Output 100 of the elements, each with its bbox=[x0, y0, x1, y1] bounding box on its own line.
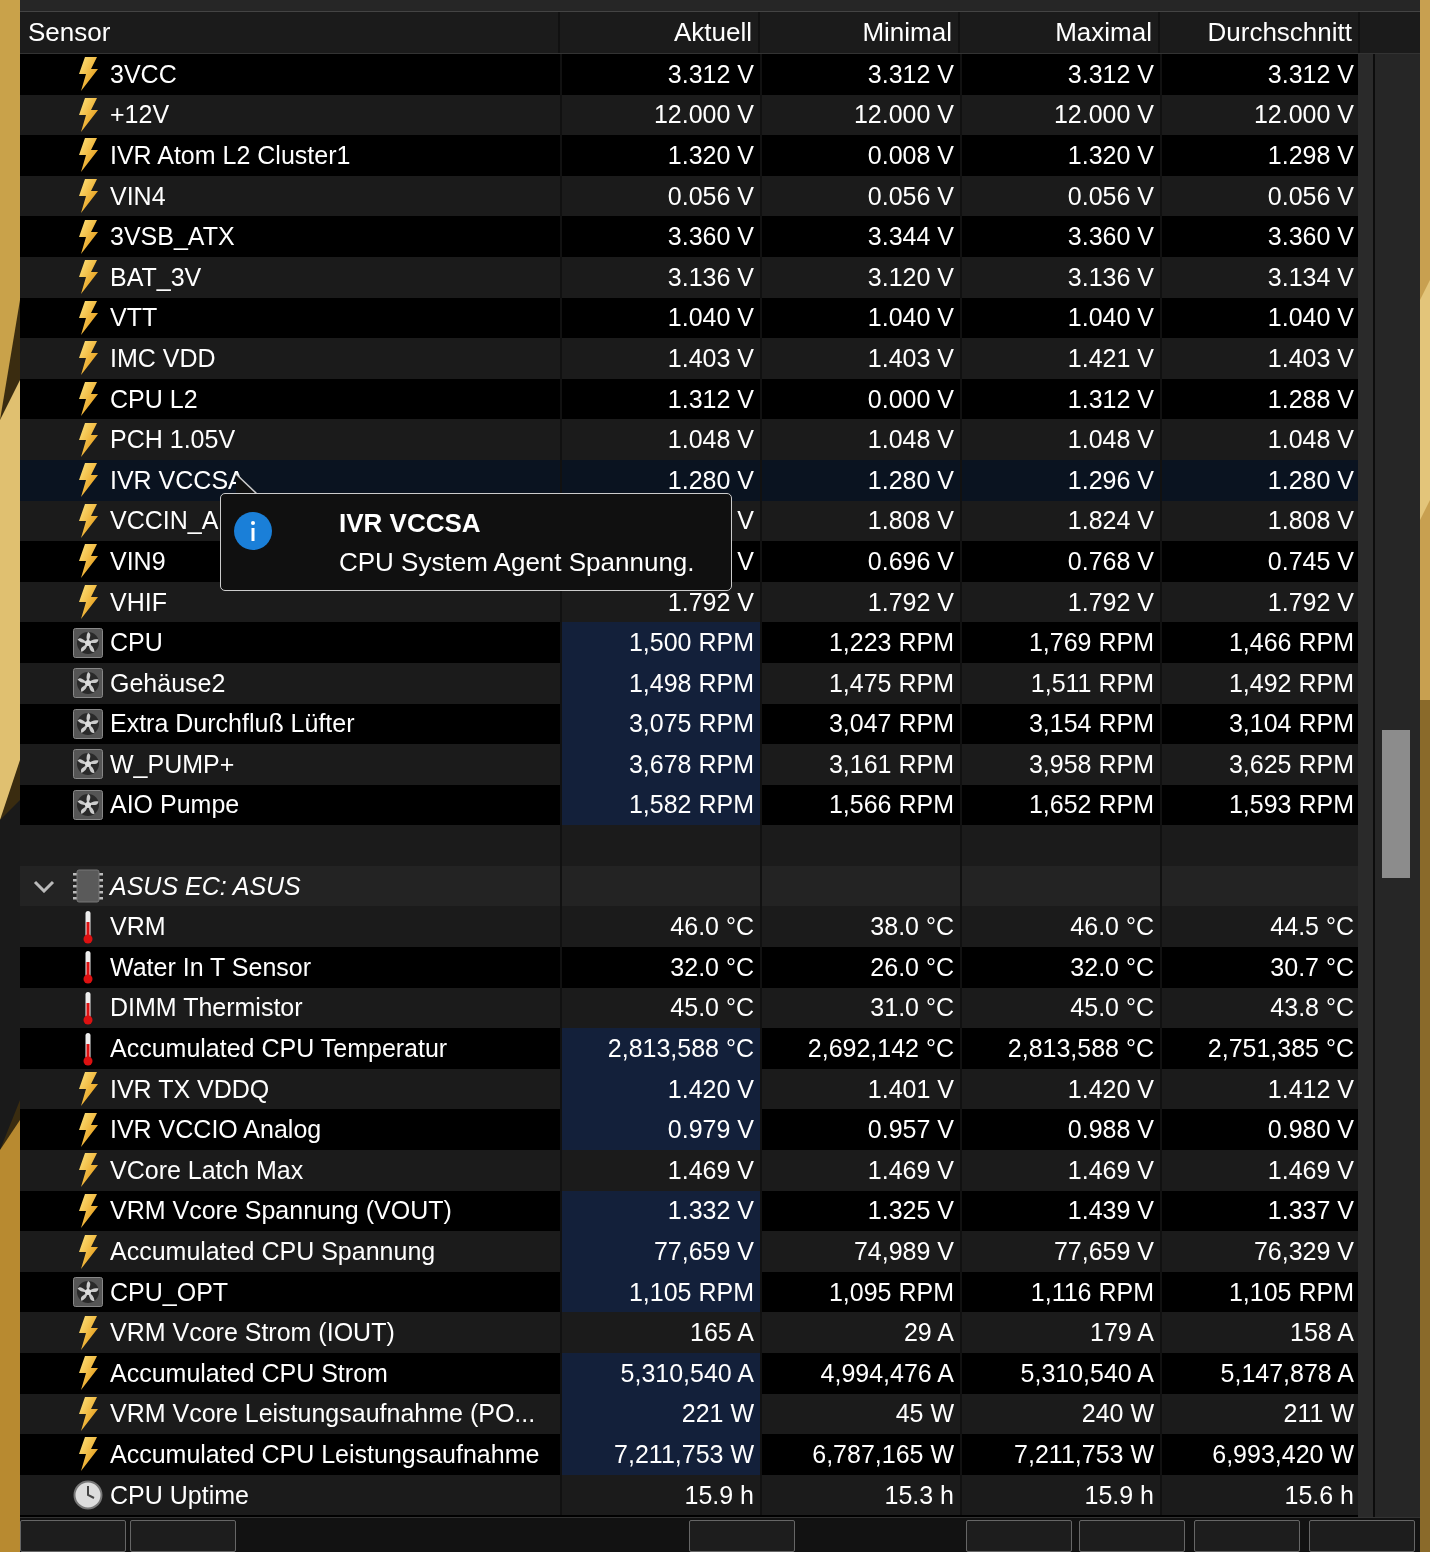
value-cell: 0.056 V bbox=[867, 181, 954, 211]
value-cell: 1.469 V bbox=[667, 1155, 754, 1185]
sensor-name: DIMM Thermistor bbox=[109, 993, 303, 1023]
value-cell: 1.808 V bbox=[867, 506, 954, 536]
value-cell: 1.040 V bbox=[867, 303, 954, 333]
value-cell: 3.360 V bbox=[1267, 222, 1354, 252]
value-cell: 32.0 °C bbox=[670, 952, 754, 982]
sensor-name: Water In T Sensor bbox=[109, 952, 311, 982]
value-cell: 6,787,165 W bbox=[812, 1440, 954, 1469]
value-cell: 45.0 °C bbox=[670, 993, 754, 1023]
value-cell: 1.439 V bbox=[1067, 1196, 1154, 1226]
value-cell: 32.0 °C bbox=[1070, 952, 1154, 982]
value-cell: 1,492 RPM bbox=[1228, 668, 1354, 698]
value-cell: 12.000 V bbox=[1253, 100, 1354, 130]
value-cell: 1.325 V bbox=[867, 1196, 954, 1226]
value-cell: 1.280 V bbox=[867, 465, 954, 495]
value-cell: 38.0 °C bbox=[870, 912, 954, 942]
value-cell: 0.745 V bbox=[1267, 546, 1354, 576]
value-cell: 179 A bbox=[1090, 1318, 1154, 1348]
sensor-name: AIO Pumpe bbox=[109, 790, 240, 820]
value-cell: 1.403 V bbox=[867, 343, 954, 373]
sensor-name: IVR Atom L2 Cluster1 bbox=[109, 141, 351, 170]
value-cell: 2,692,142 °C bbox=[807, 1034, 954, 1064]
value-cell: 1.792 V bbox=[867, 587, 954, 617]
value-cell: 45 W bbox=[895, 1399, 954, 1429]
value-cell: 1.280 V bbox=[1267, 465, 1354, 495]
value-cell: 1,105 RPM bbox=[1228, 1277, 1354, 1307]
value-cell: 26.0 °C bbox=[870, 952, 954, 982]
sensor-name: W_PUMP+ bbox=[109, 749, 235, 779]
sensor-name: PCH 1.05V bbox=[109, 425, 236, 455]
sensor-name: VRM bbox=[109, 912, 166, 942]
value-cell: 2,813,588 °C bbox=[1007, 1034, 1154, 1064]
sensor-name: CPU L2 bbox=[109, 384, 198, 414]
value-cell: 0.696 V bbox=[867, 546, 954, 576]
value-cell: 1.040 V bbox=[1067, 303, 1154, 333]
value-cell: 76,329 V bbox=[1253, 1237, 1354, 1266]
sensor-name: VCCIN_A bbox=[109, 506, 219, 536]
value-cell: 3.312 V bbox=[1067, 59, 1154, 89]
value-cell: 12.000 V bbox=[853, 100, 954, 130]
value-cell: 45.0 °C bbox=[1070, 993, 1154, 1023]
value-cell: 15.9 h bbox=[684, 1480, 754, 1510]
value-cell: 3,104 RPM bbox=[1228, 709, 1354, 739]
value-cell: 1.469 V bbox=[867, 1155, 954, 1185]
sensor-name: VRM Vcore Strom (IOUT) bbox=[109, 1318, 395, 1348]
value-cell: 7,211,753 W bbox=[1014, 1440, 1154, 1469]
value-cell: 1.792 V bbox=[1267, 587, 1354, 617]
value-cell: 77,659 V bbox=[653, 1237, 754, 1266]
value-cell: 1.298 V bbox=[1267, 141, 1354, 170]
value-cell: 158 A bbox=[1290, 1318, 1354, 1348]
value-cell: 0.056 V bbox=[1067, 181, 1154, 211]
value-cell: 221 W bbox=[681, 1399, 754, 1429]
value-cell: 1.288 V bbox=[1267, 384, 1354, 414]
sensor-name: VRM Vcore Spannung (VOUT) bbox=[109, 1196, 452, 1226]
sensor-name: Accumulated CPU Strom bbox=[109, 1358, 388, 1388]
value-cell: 6,993,420 W bbox=[1212, 1440, 1354, 1469]
value-cell: 3.344 V bbox=[867, 222, 954, 252]
value-cell: 0.979 V bbox=[667, 1115, 754, 1145]
value-cell: 3.136 V bbox=[667, 262, 754, 292]
value-cell: 1.312 V bbox=[667, 384, 754, 414]
value-cell: 1.412 V bbox=[1267, 1074, 1354, 1104]
value-cell: 1,116 RPM bbox=[1030, 1277, 1154, 1307]
value-cell: 5,310,540 A bbox=[620, 1358, 754, 1388]
value-cell: 3.360 V bbox=[667, 222, 754, 252]
sensor-name: CPU bbox=[109, 628, 163, 658]
value-cell: 1.792 V bbox=[1067, 587, 1154, 617]
value-cell: 1.792 V bbox=[667, 587, 754, 617]
value-cell: 3.134 V bbox=[1267, 262, 1354, 292]
value-cell: V bbox=[737, 506, 754, 536]
value-cell: 3,161 RPM bbox=[828, 749, 954, 779]
value-cell: 1.048 V bbox=[867, 425, 954, 455]
value-cell: 4,994,476 A bbox=[820, 1358, 954, 1388]
value-cell: 3.312 V bbox=[867, 59, 954, 89]
value-cell: 1.320 V bbox=[1067, 141, 1154, 170]
sensor-name: +12V bbox=[109, 100, 170, 130]
value-cell: 1.280 V bbox=[667, 465, 754, 495]
value-cell: 240 W bbox=[1081, 1399, 1154, 1429]
value-cell: 15.3 h bbox=[884, 1480, 954, 1510]
value-cell: 1,095 RPM bbox=[828, 1277, 954, 1307]
sensor-name: Accumulated CPU Temperatur bbox=[109, 1034, 448, 1064]
value-cell: 7,211,753 W bbox=[614, 1440, 754, 1469]
value-cell: 77,659 V bbox=[1053, 1237, 1154, 1266]
value-cell: 1.420 V bbox=[1067, 1074, 1154, 1104]
value-cell: 3.312 V bbox=[667, 59, 754, 89]
value-cell: 29 A bbox=[903, 1318, 954, 1348]
sensor-name: VCore Latch Max bbox=[109, 1155, 304, 1185]
value-cell: 0.988 V bbox=[1067, 1115, 1154, 1145]
value-cell: V bbox=[737, 546, 754, 576]
sensor-name: VTT bbox=[109, 303, 158, 333]
sensor-name: 3VSB_ATX bbox=[109, 222, 235, 252]
value-cell: 1.403 V bbox=[667, 343, 754, 373]
value-cell: 5,310,540 A bbox=[1020, 1358, 1154, 1388]
value-cell: 1,593 RPM bbox=[1228, 790, 1354, 820]
value-cell: 15.6 h bbox=[1284, 1480, 1354, 1510]
value-cell: 1.420 V bbox=[667, 1074, 754, 1104]
value-cell: 1.048 V bbox=[1067, 425, 1154, 455]
value-cell: 1.401 V bbox=[867, 1074, 954, 1104]
value-cell: 15.9 h bbox=[1084, 1480, 1154, 1510]
value-cell: 1.332 V bbox=[667, 1196, 754, 1226]
value-cell: 165 A bbox=[690, 1318, 754, 1348]
value-cell: 3.312 V bbox=[1267, 59, 1354, 89]
